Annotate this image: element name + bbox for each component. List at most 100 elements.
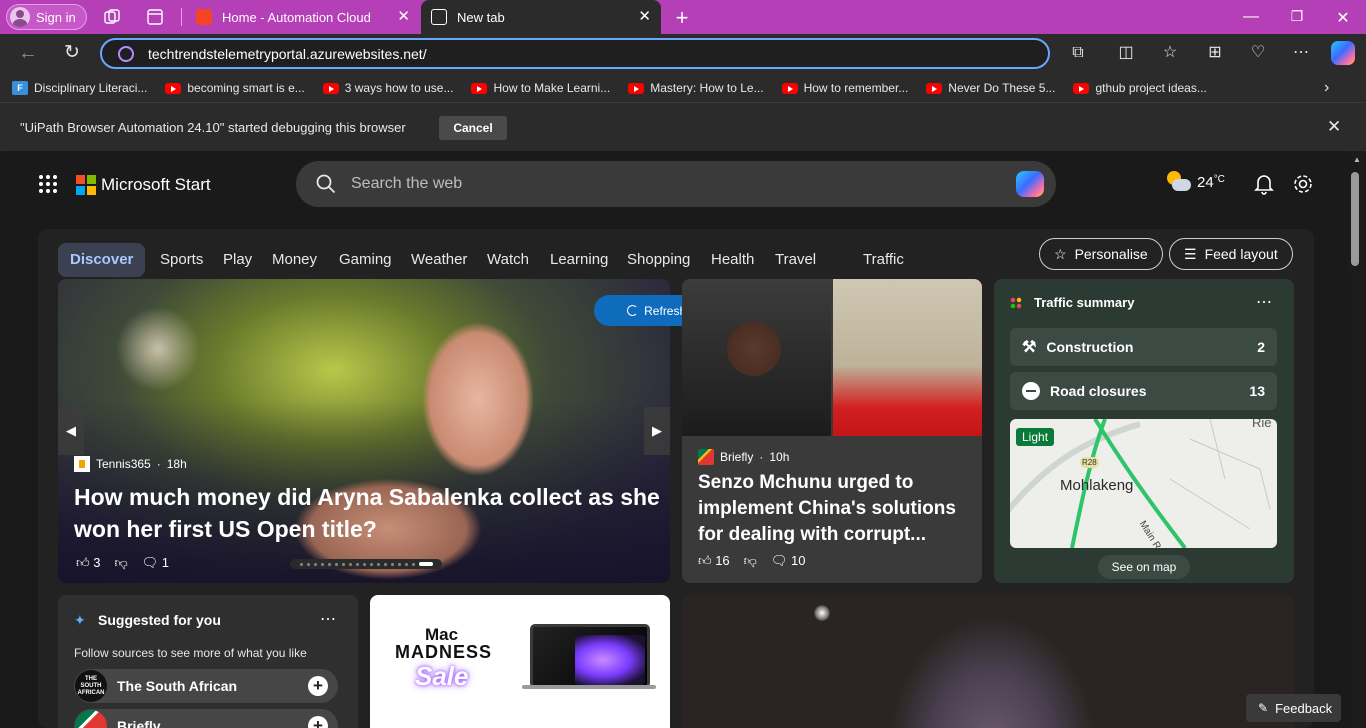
video-story-card[interactable]	[682, 595, 1294, 728]
copilot-search-icon[interactable]	[1016, 171, 1044, 197]
copilot-icon[interactable]	[1331, 41, 1355, 65]
bookmark-item[interactable]: becoming smart is e...	[165, 81, 305, 95]
nav-sports[interactable]: Sports	[160, 243, 203, 277]
nav-money[interactable]: Money	[272, 243, 317, 277]
follow-plus-icon[interactable]: +	[308, 676, 328, 696]
nav-watch[interactable]: Watch	[487, 243, 529, 277]
youtube-icon	[781, 82, 798, 94]
comments-button[interactable]: 🗨︎ 10	[771, 553, 806, 569]
source-name: Briefly	[117, 718, 161, 728]
advertisement-card[interactable]: Mac MADNESS Sale	[370, 595, 670, 728]
youtube-icon	[1073, 82, 1090, 94]
source-row[interactable]: THE SOUTH AFRICAN The South African +	[74, 669, 338, 703]
carousel-prev-button[interactable]: ◀	[58, 407, 84, 455]
restore-icon[interactable]: ❐	[1287, 8, 1307, 25]
bookmark-item[interactable]: How to remember...	[781, 81, 908, 95]
close-tab-icon[interactable]: ✕	[397, 9, 410, 24]
nav-traffic[interactable]: Traffic	[863, 243, 904, 277]
sign-in-button[interactable]: Sign in	[6, 4, 87, 30]
brand-title[interactable]: Microsoft Start	[101, 175, 211, 195]
scrollbar-thumb[interactable]	[1351, 172, 1359, 266]
nav-play[interactable]: Play	[223, 243, 252, 277]
ad-line-2: MADNESS	[395, 642, 493, 662]
story-age: 18h	[166, 457, 187, 471]
weather-temperature: 24	[1197, 173, 1214, 191]
tab-new-tab[interactable]: New tab ✕	[421, 0, 661, 34]
favorites-star-icon[interactable]: ☆	[1160, 43, 1180, 63]
story-source: Tennis365	[96, 457, 151, 471]
laptop-screen-art	[575, 635, 645, 685]
traffic-map[interactable]: Light R28 Mohlakeng Main Road Rie	[1010, 419, 1277, 548]
comments-button[interactable]: 🗨︎ 1	[142, 555, 169, 571]
news-story-card[interactable]: Briefly · 10h Senzo Mchunu urged to implem…	[682, 279, 982, 583]
web-search-input[interactable]: Search the web	[296, 161, 1056, 207]
nav-weather[interactable]: Weather	[411, 243, 467, 277]
youtube-icon	[926, 82, 943, 94]
tab-strip: Sign in Home - Automation Cloud ✕ New ta…	[0, 0, 1366, 34]
nav-shopping[interactable]: Shopping	[627, 243, 690, 277]
close-window-icon[interactable]: ✕	[1333, 8, 1353, 28]
split-screen-icon[interactable]: ◫	[1116, 43, 1136, 63]
like-button[interactable]: 👍︎ 3	[76, 555, 100, 571]
dislike-button[interactable]: 👎︎	[744, 553, 757, 569]
dislike-button[interactable]: 👎︎	[114, 555, 127, 571]
address-bar[interactable]: techtrendstelemetryportal.azurewebsites.…	[100, 38, 1050, 69]
bookmark-item[interactable]: gthub project ideas...	[1073, 81, 1207, 95]
avatar-icon	[10, 7, 30, 27]
more-menu-icon[interactable]: ⋯	[1291, 43, 1311, 63]
feed-layout-button[interactable]: ☰ Feed layout	[1169, 238, 1293, 270]
carousel-dots[interactable]	[290, 559, 442, 569]
nav-discover[interactable]: Discover	[58, 243, 146, 277]
bookmark-item[interactable]: Never Do These 5...	[926, 81, 1055, 95]
like-button[interactable]: 👍︎ 16	[698, 553, 730, 569]
extensions-icon[interactable]: ⧉	[1068, 43, 1088, 63]
scroll-up-arrow-icon[interactable]: ▲	[1353, 155, 1361, 164]
feedback-button[interactable]: ✎ Feedback	[1246, 694, 1341, 722]
carousel-next-button[interactable]: ▶	[644, 407, 670, 455]
bookmark-item[interactable]: 3 ways how to use...	[322, 81, 453, 95]
story-headline[interactable]: How much money did Aryna Sabalenka colle…	[74, 481, 664, 545]
suggested-for-you-card: ✦ Suggested for you ⋯ Follow sources to …	[58, 595, 358, 728]
youtube-icon	[628, 82, 645, 94]
hero-story-card[interactable]: ◀ ▶ Tennis365 · 18h How much money did Ary…	[58, 279, 670, 583]
site-info-icon[interactable]	[118, 46, 134, 62]
suggested-title: Suggested for you	[98, 612, 221, 628]
nav-health[interactable]: Health	[711, 243, 754, 277]
nav-travel[interactable]: Travel	[775, 243, 816, 277]
road-closures-row[interactable]: Road closures 13	[1010, 372, 1277, 410]
browser-essentials-icon[interactable]: ♡	[1248, 43, 1268, 63]
bookmark-item[interactable]: Mastery: How to Le...	[628, 81, 764, 95]
bookmark-item[interactable]: F Disciplinary Literaci...	[12, 81, 147, 95]
minimize-icon[interactable]: —	[1241, 8, 1261, 26]
tab-actions-icon[interactable]	[146, 8, 164, 26]
personalise-button[interactable]: ☆ Personalise	[1039, 238, 1163, 270]
weather-widget[interactable]: 24°C	[1167, 171, 1225, 193]
bookmarks-overflow-chevron-icon[interactable]: ›	[1324, 79, 1329, 97]
construction-row[interactable]: ⚒ Construction 2	[1010, 328, 1277, 366]
app-launcher-icon[interactable]	[38, 174, 58, 194]
feedback-label: Feedback	[1275, 700, 1333, 716]
nav-gaming[interactable]: Gaming	[339, 243, 392, 277]
workspaces-icon[interactable]	[103, 8, 121, 26]
back-icon[interactable]: ←	[18, 43, 38, 63]
card-more-options-icon[interactable]: ⋯	[1256, 292, 1272, 312]
traffic-title[interactable]: Traffic summary	[1034, 295, 1134, 310]
card-more-options-icon[interactable]: ⋯	[320, 609, 336, 629]
new-tab-icon	[431, 9, 447, 25]
cancel-debugging-button[interactable]: Cancel	[439, 116, 507, 140]
story-headline[interactable]: Senzo Mchunu urged to implement China's …	[698, 470, 968, 548]
nav-learning[interactable]: Learning	[550, 243, 608, 277]
tab-home-automation-cloud[interactable]: Home - Automation Cloud ✕	[186, 0, 420, 34]
follow-plus-icon[interactable]: +	[308, 716, 328, 728]
close-infobar-icon[interactable]: ✕	[1327, 117, 1341, 137]
notifications-bell-icon[interactable]	[1254, 173, 1274, 195]
settings-gear-icon[interactable]	[1292, 173, 1314, 195]
close-tab-icon[interactable]: ✕	[638, 9, 651, 24]
new-tab-plus-icon[interactable]: +	[672, 5, 692, 31]
collections-icon[interactable]: ⊞	[1205, 43, 1225, 63]
refresh-icon[interactable]: ↻	[62, 43, 82, 63]
see-on-map-button[interactable]: See on map	[1098, 555, 1190, 579]
source-row[interactable]: Briefly +	[74, 709, 338, 728]
bookmark-item[interactable]: How to Make Learni...	[471, 81, 610, 95]
tab-title: New tab	[457, 9, 505, 25]
